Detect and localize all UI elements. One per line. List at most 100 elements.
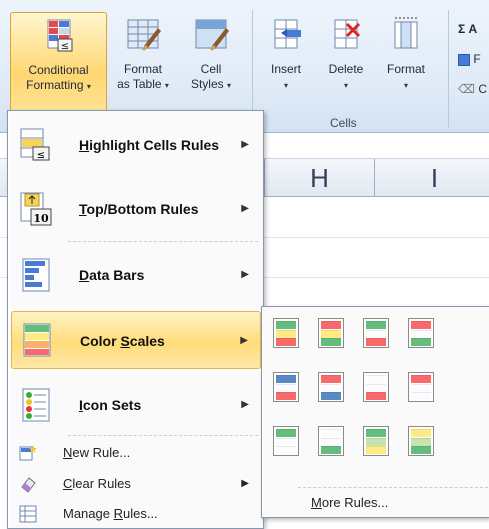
- menu-item-data-bars[interactable]: Data Bars ▶: [11, 249, 261, 301]
- menu-item-new-rule[interactable]: New Rule...: [11, 441, 261, 465]
- format-button[interactable]: Format ▾: [378, 12, 434, 116]
- menu-item-label: Top/Bottom Rules: [79, 201, 199, 217]
- color-scale-band: [366, 329, 386, 338]
- color-scale-swatch[interactable]: [318, 318, 344, 348]
- column-header-i[interactable]: I: [374, 159, 489, 197]
- format-as-table-label-2: as Table: [117, 77, 162, 91]
- menu-item-label: New Rule...: [63, 445, 131, 460]
- clear-icon: ⌫: [458, 82, 475, 96]
- color-scale-band: [366, 437, 386, 446]
- submenu-arrow-icon: ▶: [241, 203, 249, 214]
- color-scale-band: [276, 429, 296, 437]
- conditional-formatting-label-1: Conditional: [28, 63, 89, 77]
- format-as-table-icon: [127, 19, 161, 51]
- format-cells-icon: [394, 17, 418, 49]
- menu-gutter: [8, 111, 10, 528]
- color-scale-band: [411, 329, 431, 338]
- conditional-formatting-icon: ≤: [47, 19, 72, 52]
- color-scale-swatch[interactable]: [318, 426, 344, 456]
- dropdown-arrow-icon: ▾: [164, 81, 169, 90]
- fill-button[interactable]: F: [458, 52, 481, 66]
- delete-label: Delete: [328, 62, 364, 76]
- menu-separator: [298, 487, 488, 488]
- menu-item-label: Highlight Cells Rules: [79, 137, 220, 153]
- color-scale-swatch[interactable]: [273, 372, 299, 402]
- color-scale-band: [321, 392, 341, 400]
- color-scales-submenu: More Rules...: [261, 306, 489, 518]
- manage-rules-icon: [19, 505, 37, 523]
- clear-label: C: [478, 82, 487, 96]
- color-scale-band: [366, 375, 386, 383]
- color-scale-band: [276, 329, 296, 338]
- color-scale-swatch[interactable]: [408, 372, 434, 402]
- delete-button[interactable]: Delete ▾: [318, 12, 374, 116]
- dropdown-arrow-icon: ▾: [227, 81, 232, 90]
- color-scale-band: [366, 392, 386, 400]
- color-scale-band: [366, 338, 386, 346]
- menu-item-clear-rules[interactable]: Clear Rules ▶: [11, 472, 261, 496]
- new-rule-icon: [19, 445, 37, 461]
- menu-item-manage-rules[interactable]: Manage Rules...: [11, 502, 261, 526]
- conditional-formatting-menu: ≤ Highlight Cells Rules ▶ 10 Top/Bottom …: [7, 110, 264, 529]
- color-scale-band: [321, 446, 341, 454]
- cell-styles-icon: [195, 19, 229, 51]
- menu-item-color-scales[interactable]: Color Scales ▶: [11, 311, 261, 369]
- conditional-formatting-button[interactable]: ≤ Conditional Formatting ▾: [10, 12, 107, 116]
- color-scale-swatch[interactable]: [363, 426, 389, 456]
- color-scale-swatch[interactable]: [273, 318, 299, 348]
- menu-item-label: Color Scales: [80, 333, 165, 349]
- menu-item-label: Data Bars: [79, 267, 145, 283]
- color-scale-band: [411, 321, 431, 329]
- color-scale-band: [366, 321, 386, 329]
- column-header-h[interactable]: H: [264, 159, 374, 197]
- submenu-arrow-icon: ▶: [241, 478, 249, 489]
- top-bottom-rules-icon: 10: [20, 192, 52, 226]
- format-as-table-label-1: Format: [123, 62, 162, 76]
- dropdown-arrow-icon: ▾: [283, 81, 288, 90]
- clear-button[interactable]: ⌫ C: [458, 82, 487, 96]
- conditional-formatting-label-2: Formatting: [26, 78, 84, 92]
- submenu-arrow-icon: ▶: [241, 269, 249, 280]
- color-scale-band: [321, 329, 341, 338]
- color-scale-band: [321, 437, 341, 446]
- color-scale-swatch[interactable]: [408, 318, 434, 348]
- svg-text:10: 10: [33, 212, 49, 225]
- color-scale-band: [321, 321, 341, 329]
- color-scale-swatch[interactable]: [273, 426, 299, 456]
- menu-item-label: Icon Sets: [79, 397, 142, 413]
- more-rules-button[interactable]: More Rules...: [311, 495, 388, 510]
- color-scale-swatch[interactable]: [363, 318, 389, 348]
- color-scale-swatch[interactable]: [318, 372, 344, 402]
- cell-styles-label-1: Cell: [200, 62, 222, 76]
- fill-label: F: [473, 52, 481, 66]
- cell-styles-button[interactable]: Cell Styles ▾: [178, 12, 244, 116]
- color-scale-swatch[interactable]: [408, 426, 434, 456]
- submenu-arrow-icon: ▶: [240, 335, 248, 346]
- color-scale-band: [411, 437, 431, 446]
- color-scale-band: [276, 446, 296, 454]
- dropdown-arrow-icon: ▾: [403, 81, 408, 90]
- color-scale-band: [276, 437, 296, 446]
- color-scale-band: [411, 375, 431, 383]
- color-scale-band: [321, 383, 341, 392]
- data-bars-icon: [22, 258, 50, 292]
- menu-item-top-bottom-rules[interactable]: 10 Top/Bottom Rules ▶: [11, 183, 261, 235]
- svg-text:≤: ≤: [60, 41, 68, 52]
- color-scale-band: [411, 338, 431, 346]
- menu-item-highlight-cells-rules[interactable]: ≤ Highlight Cells Rules ▶: [11, 119, 261, 171]
- color-scale-band: [276, 321, 296, 329]
- menu-item-label: Manage Rules...: [63, 506, 158, 521]
- color-scale-band: [321, 375, 341, 383]
- insert-button[interactable]: Insert ▾: [258, 12, 314, 116]
- menu-item-icon-sets[interactable]: Icon Sets ▶: [11, 379, 261, 431]
- color-scale-band: [321, 338, 341, 346]
- color-scale-band: [366, 429, 386, 437]
- format-as-table-button[interactable]: Format as Table ▾: [110, 12, 176, 116]
- color-scales-icon: [23, 323, 51, 357]
- dropdown-arrow-icon: ▾: [343, 81, 348, 90]
- cell-styles-label-2: Styles: [190, 77, 224, 91]
- svg-text:≤: ≤: [37, 150, 45, 161]
- autosum-button[interactable]: Σ A: [458, 22, 477, 36]
- color-scale-swatch[interactable]: [363, 372, 389, 402]
- cells-group-label: Cells: [330, 116, 357, 130]
